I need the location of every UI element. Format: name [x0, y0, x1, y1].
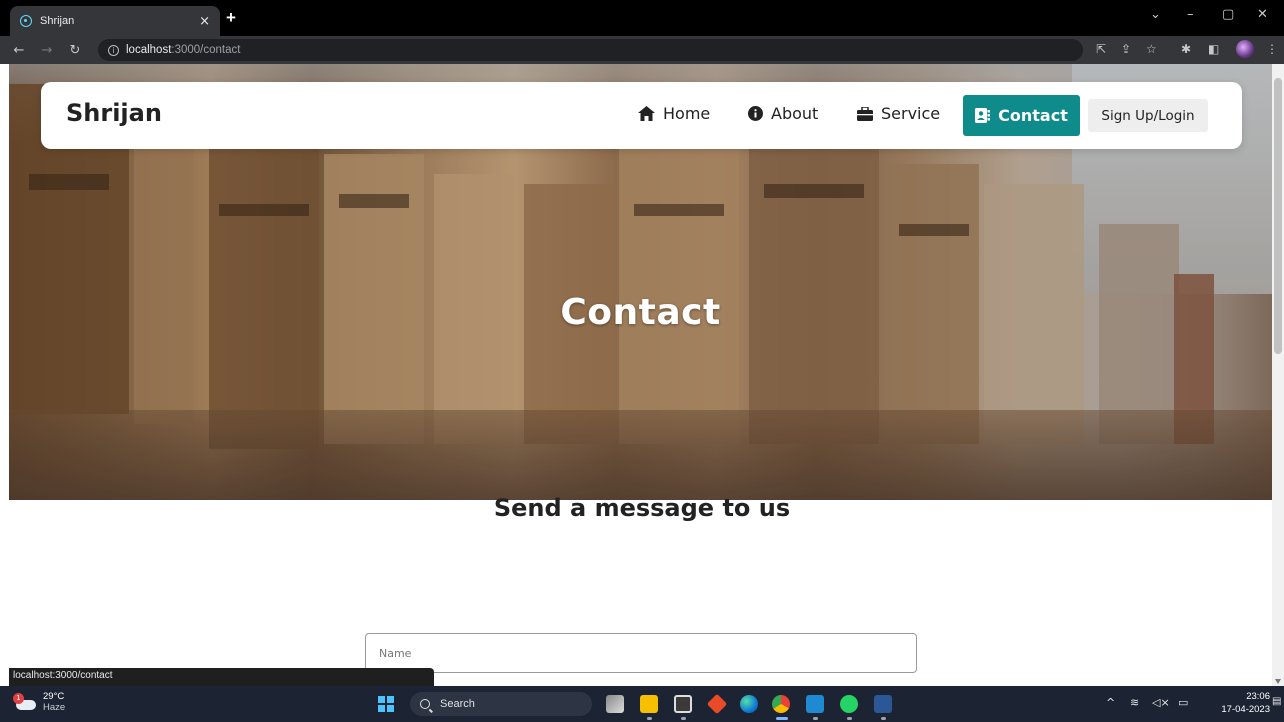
vscode-running-indicator	[813, 717, 818, 720]
reload-icon[interactable]: ↻	[66, 43, 84, 58]
git-icon[interactable]	[706, 693, 728, 715]
home-icon	[638, 106, 655, 121]
scrollbar-thumb[interactable]	[1274, 78, 1282, 354]
close-window-icon[interactable]: ✕	[1257, 7, 1268, 22]
start-windows-icon[interactable]	[378, 696, 394, 712]
browser-toolbar: ← → ↻ i localhost:3000/contact	[0, 36, 1284, 64]
form-heading: Send a message to us	[493, 494, 791, 522]
whatsapp-icon[interactable]	[840, 695, 858, 713]
weather-widget[interactable]: 1 29°C Haze	[13, 691, 66, 713]
signup-login-button[interactable]: Sign Up/Login	[1088, 99, 1208, 132]
forward-arrow-icon[interactable]: →	[38, 43, 56, 58]
bookmark-star-icon[interactable]: ☆	[1146, 42, 1157, 56]
nav-service[interactable]: Service	[857, 104, 940, 123]
chrome-icon[interactable]	[772, 695, 790, 713]
volume-muted-icon[interactable]: ◁×	[1152, 696, 1170, 709]
name-input[interactable]	[365, 633, 917, 673]
nav-about-label: About	[771, 104, 819, 123]
taskbar-search[interactable]: Search	[410, 692, 592, 716]
info-circle-icon	[748, 106, 763, 121]
briefcase-icon	[857, 106, 873, 121]
whatsapp-running-indicator	[847, 717, 852, 720]
weather-desc: Haze	[43, 702, 66, 713]
share-icon[interactable]: ⇪	[1121, 42, 1131, 56]
store-icon[interactable]	[674, 695, 692, 713]
address-bar[interactable]: i localhost:3000/contact	[98, 39, 1083, 61]
clock-time: 23:06	[1246, 691, 1270, 702]
wifi-icon[interactable]: ≋	[1130, 696, 1139, 709]
vscode-icon[interactable]	[806, 695, 824, 713]
word-icon[interactable]	[874, 695, 892, 713]
notification-icon[interactable]: ▤	[1272, 696, 1281, 707]
minimize-icon[interactable]: –	[1187, 7, 1194, 22]
taskbar-search-label: Search	[440, 698, 475, 710]
browser-tab[interactable]: Shrijan ×	[10, 6, 220, 36]
hero-title: Contact	[560, 292, 721, 333]
nav-home-label: Home	[663, 104, 711, 123]
contact-book-icon	[975, 108, 991, 123]
weather-temp: 29°C	[43, 691, 65, 702]
browser-tab-bar: Shrijan × + ⌄ – ▢ ✕	[0, 0, 1284, 36]
new-tab-button[interactable]: +	[226, 8, 236, 28]
maximize-icon[interactable]: ▢	[1222, 7, 1234, 22]
clock-date: 17-04-2023	[1221, 704, 1270, 715]
word-running-indicator	[881, 717, 886, 720]
react-favicon-icon	[20, 15, 32, 27]
edge-icon[interactable]	[740, 695, 758, 713]
profile-avatar[interactable]	[1236, 40, 1254, 58]
tray-overflow-icon[interactable]: ^	[1106, 696, 1115, 709]
nav-contact[interactable]: Contact	[963, 95, 1080, 136]
weather-badge: 1	[13, 693, 24, 704]
battery-icon[interactable]: ▭	[1178, 696, 1188, 709]
link-status-bubble: localhost:3000/contact	[9, 668, 434, 686]
page-viewport: Contact Shrijan Home About Service Conta…	[0, 64, 1284, 686]
nav-service-label: Service	[881, 104, 941, 123]
windows-taskbar: 1 29°C Haze Search ^ ≋ ◁× ▭ 23:06 17-04-…	[0, 686, 1284, 722]
url-path: :3000/contact	[171, 44, 241, 56]
tab-search-icon[interactable]: ⌄	[1150, 7, 1161, 22]
nav-home[interactable]: Home	[638, 104, 710, 123]
tab-title: Shrijan	[40, 15, 75, 27]
install-app-icon[interactable]: ⇱	[1096, 42, 1106, 56]
brand-logo[interactable]: Shrijan	[66, 99, 162, 127]
side-panel-icon[interactable]: ◧	[1208, 42, 1219, 56]
nav-about[interactable]: About	[748, 104, 818, 123]
search-icon	[420, 699, 430, 709]
site-info-icon[interactable]: i	[108, 44, 119, 56]
url-host: localhost	[126, 44, 172, 56]
browser-menu-icon[interactable]: ⋮	[1266, 42, 1278, 56]
file-explorer-icon[interactable]	[640, 695, 658, 713]
store-running-indicator	[681, 717, 686, 720]
nav-contact-label: Contact	[998, 106, 1068, 125]
cloud-weather-icon: 1	[13, 693, 38, 711]
scroll-down-arrow-icon[interactable]	[1275, 679, 1281, 684]
tab-close-icon[interactable]: ×	[199, 14, 210, 29]
back-arrow-icon[interactable]: ←	[10, 43, 28, 58]
site-navbar: Shrijan Home About Service Contact Sign …	[41, 82, 1242, 149]
file-explorer-running-indicator	[647, 717, 652, 720]
page-scrollbar[interactable]	[1272, 64, 1284, 686]
taskbar-clock[interactable]: 23:06 17-04-2023	[1200, 690, 1270, 716]
task-view-icon[interactable]	[606, 695, 624, 713]
extensions-puzzle-icon[interactable]: ✱	[1181, 42, 1191, 56]
chrome-active-indicator	[776, 717, 788, 720]
